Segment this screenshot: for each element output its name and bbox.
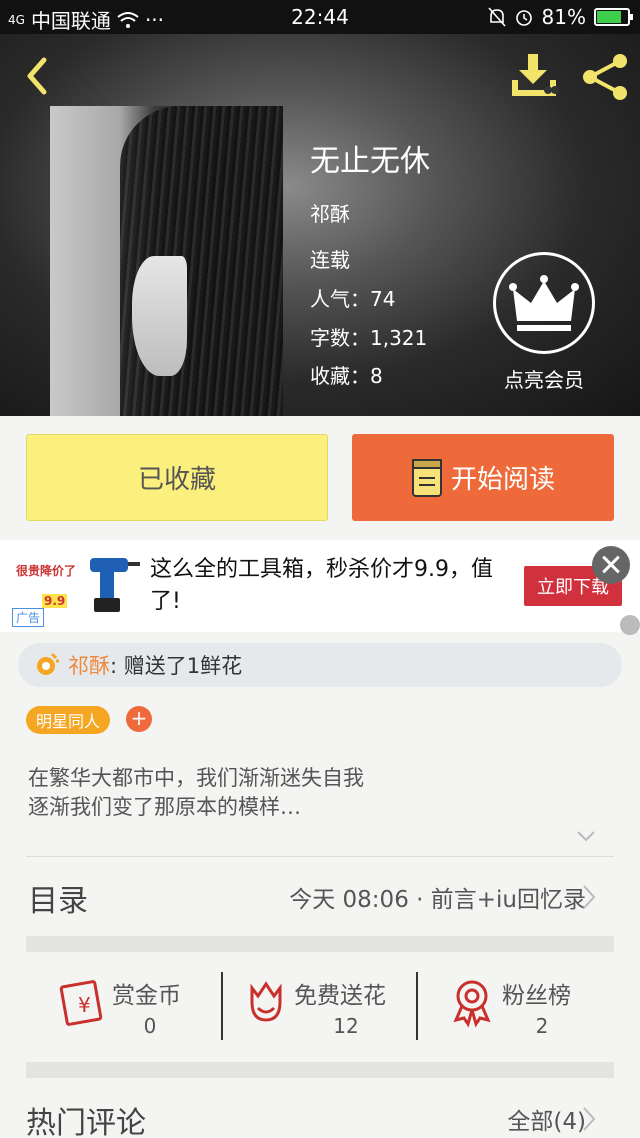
mute-bell-icon	[487, 7, 506, 27]
ad-image-price: 9.9	[42, 594, 68, 608]
flower-icon	[37, 652, 59, 675]
stat-value: 2	[535, 1014, 549, 1038]
ad-badge: 广告	[12, 608, 45, 627]
favorited-label: 已收藏	[137, 465, 216, 495]
cover-face	[132, 256, 187, 376]
start-reading-label: 开始阅读	[450, 465, 555, 495]
chevron-left-icon[interactable]	[18, 52, 54, 100]
stat-separator	[416, 972, 418, 1040]
book-word-count: 字数：1,321	[310, 326, 428, 350]
battery-percent: 81%	[541, 5, 586, 29]
crown-icon	[509, 275, 579, 331]
book-icon	[411, 458, 442, 497]
stat-separator	[221, 972, 223, 1040]
download-icon[interactable]	[508, 52, 560, 100]
share-icon[interactable]	[580, 52, 630, 102]
add-tag-button[interactable]: +	[126, 706, 152, 732]
ad-image-caption: 很贵降价了	[16, 562, 76, 586]
drill-icon	[90, 558, 140, 612]
ad-info-icon[interactable]	[620, 615, 640, 635]
fan-ranking-stat[interactable]: 粉丝榜 2	[448, 972, 640, 1042]
medal-icon	[453, 980, 491, 1028]
hot-comments-title: 热门评论	[26, 1106, 146, 1138]
battery-icon	[594, 8, 633, 26]
tag-chip[interactable]: 明星同人	[26, 706, 111, 734]
book-intro[interactable]: 在繁华大都市中，我们渐渐迷失自我 逐渐我们变了那原本的模样…	[28, 764, 608, 822]
toc-latest-chapter[interactable]: 今天 08:06 · 前言+iu回忆录	[289, 880, 586, 914]
all-comments-link[interactable]: 全部(4)	[507, 1102, 586, 1136]
ad-text[interactable]: 这么全的工具箱，秒杀价才9.9，值了!	[150, 554, 510, 618]
chevron-right-icon[interactable]	[582, 884, 596, 910]
chevron-right-icon[interactable]	[582, 1106, 596, 1132]
book-status: 连载	[310, 248, 350, 272]
close-icon[interactable]	[592, 546, 630, 584]
divider	[26, 856, 614, 857]
battery-fill	[597, 11, 622, 23]
stat-label: 粉丝榜	[502, 983, 571, 1009]
intro-line: 在繁华大都市中，我们渐渐迷失自我	[28, 766, 364, 790]
gift-user-name[interactable]: 祁酥	[68, 650, 110, 680]
section-separator	[26, 1062, 614, 1078]
toc-title[interactable]: 目录	[28, 876, 88, 920]
vip-button[interactable]	[493, 252, 595, 354]
book-favorites: 收藏：8	[310, 364, 383, 388]
chevron-down-icon[interactable]	[576, 826, 596, 846]
free-flower-stat[interactable]: 免费送花 12	[240, 972, 436, 1042]
stat-value: 12	[333, 1014, 359, 1038]
vip-label[interactable]: 点亮会员	[480, 364, 608, 393]
flower-gift-notice[interactable]: 祁酥 : 赠送了1鲜花	[18, 643, 622, 687]
book-author[interactable]: 祁酥	[310, 198, 350, 227]
stat-label: 免费送花	[294, 983, 386, 1009]
intro-line: 逐渐我们变了那原本的模样…	[28, 795, 301, 819]
start-reading-button[interactable]: 开始阅读	[352, 434, 614, 521]
ad-image: 很贵降价了 9.9 广告	[12, 548, 144, 627]
stat-value: 0	[143, 1014, 157, 1038]
favorited-button[interactable]: 已收藏	[26, 434, 328, 521]
section-separator	[26, 936, 614, 952]
book-popularity: 人气：74	[310, 287, 396, 311]
gift-message: : 赠送了1鲜花	[110, 654, 243, 678]
svg-text:¥: ¥	[78, 993, 91, 1017]
stat-label: 赏金币	[112, 983, 181, 1009]
book-cover-image[interactable]	[50, 106, 283, 416]
flower-face-icon	[250, 981, 282, 1022]
red-envelope-icon: ¥	[59, 980, 103, 1026]
alarm-icon	[515, 10, 532, 26]
book-title: 无止无休	[310, 144, 430, 179]
status-bar: 4G 中国联通 ··· 22:44 81%	[0, 0, 640, 34]
